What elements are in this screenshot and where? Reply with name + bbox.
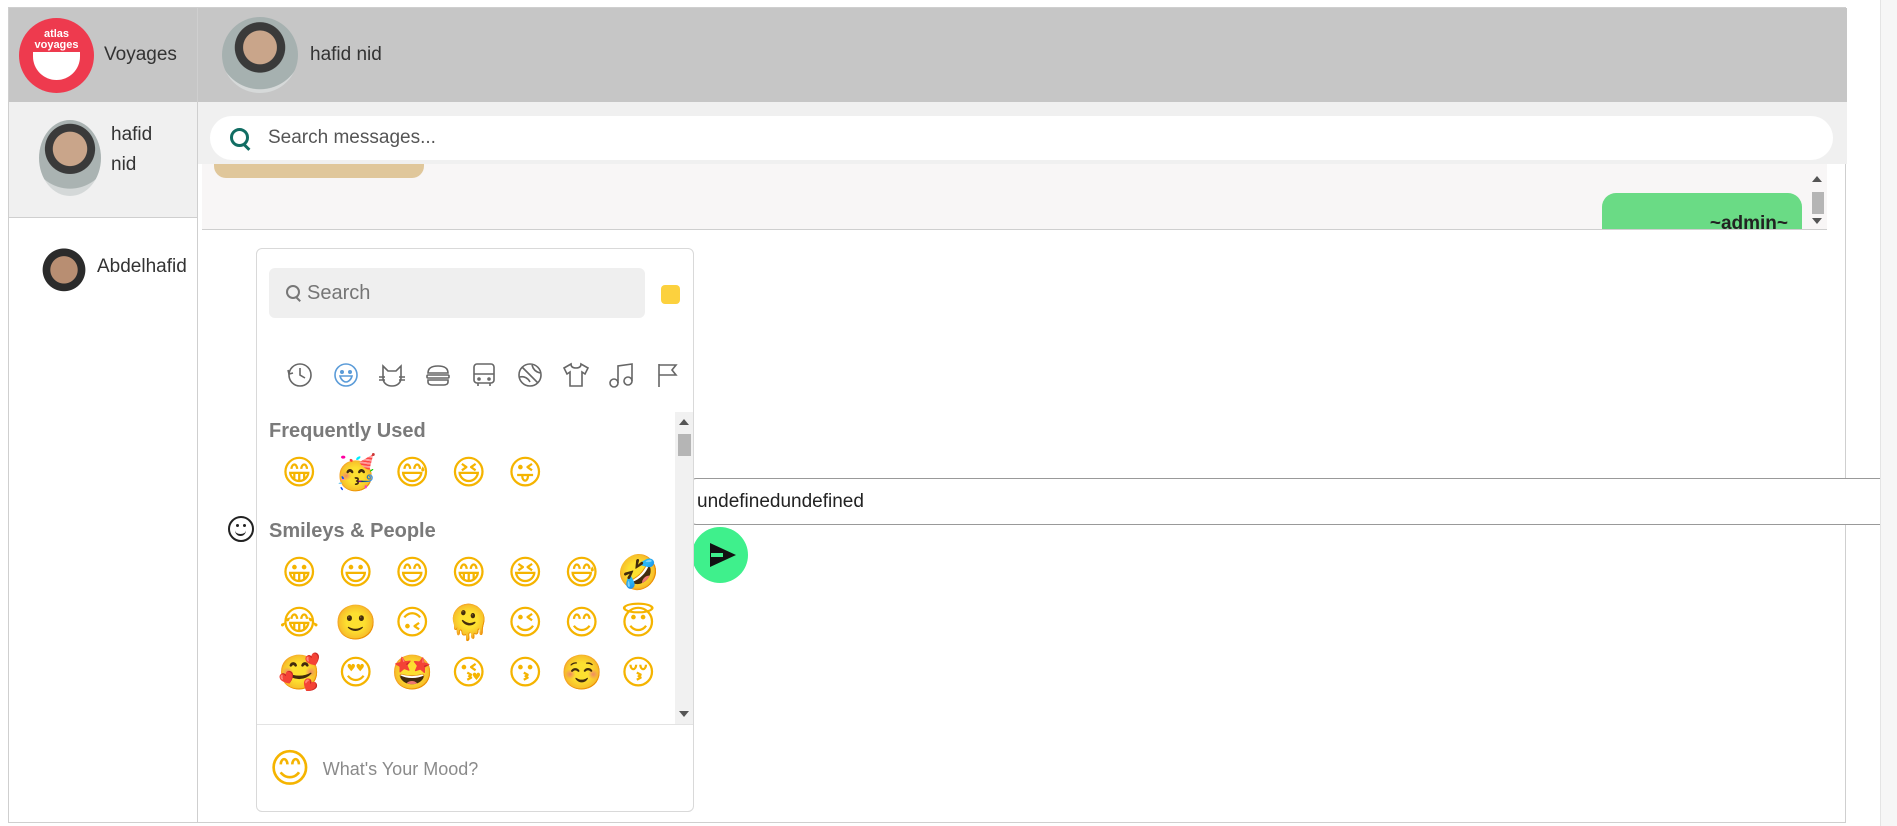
- brand-bar: atlas voyages Voyages: [9, 8, 197, 102]
- emoji-scrollbar[interactable]: [675, 412, 693, 724]
- sidebar: atlas voyages Voyages hafid nid Abdelhafi…: [9, 8, 198, 822]
- flag-icon[interactable]: [645, 359, 691, 391]
- message-list[interactable]: ~admin~: [202, 164, 1827, 230]
- clock-icon[interactable]: [277, 359, 323, 391]
- smileys-heading: Smileys & People: [269, 520, 436, 542]
- emoji-button[interactable]: 😅: [554, 548, 611, 598]
- emoji-button[interactable]: 🫠: [441, 598, 498, 648]
- emoji-button[interactable]: 😘: [441, 648, 498, 698]
- emoji-list[interactable]: Frequently Used 😁 🥳 😅 😆 😜 Smileys & Peop…: [257, 412, 693, 724]
- emoji-button[interactable]: 😁: [271, 448, 328, 498]
- emoji-button[interactable]: 😁: [441, 548, 498, 598]
- emoji-toggle-icon[interactable]: [228, 516, 254, 542]
- emoji-button[interactable]: 😆: [441, 448, 498, 498]
- contact-item-abdelhafid[interactable]: Abdelhafid: [9, 218, 197, 328]
- emoji-row: 🥰 😍 🤩 😘 😗 ☺️ 😚: [271, 648, 667, 698]
- message-bubble-incoming: [214, 164, 424, 178]
- preview-label: What's Your Mood?: [322, 758, 479, 779]
- search-icon: [285, 284, 303, 302]
- frequently-used-heading: Frequently Used: [269, 420, 426, 442]
- contact-name: hafid nid: [111, 124, 153, 175]
- emoji-button[interactable]: 😃: [328, 548, 385, 598]
- search-bar: Search messages...: [198, 102, 1847, 164]
- emoji-button[interactable]: 😗: [497, 648, 554, 698]
- search-input[interactable]: Search messages...: [210, 116, 1833, 160]
- logo-text: atlas voyages: [34, 27, 79, 51]
- scroll-down-arrow[interactable]: [1812, 218, 1822, 224]
- emoji-button[interactable]: 😇: [610, 598, 667, 648]
- scroll-up-arrow[interactable]: [679, 419, 689, 425]
- emoji-button[interactable]: 😀: [271, 548, 328, 598]
- message-input[interactable]: undefinedundefined: [690, 478, 1880, 525]
- scroll-thumb[interactable]: [678, 434, 691, 456]
- emoji-button[interactable]: 🤣: [610, 548, 667, 598]
- emoji-search-input[interactable]: Search: [269, 268, 645, 318]
- emoji-button[interactable]: 😂: [271, 598, 328, 648]
- preview-emoji: 😊: [269, 746, 311, 792]
- emoji-button[interactable]: 😜: [497, 448, 554, 498]
- scroll-up-arrow[interactable]: [1812, 176, 1822, 182]
- emoji-button[interactable]: 😊: [554, 598, 611, 648]
- emoji-button[interactable]: 😉: [497, 598, 554, 648]
- emoji-picker: Search Frequently Used 😁 🥳 😅 😆 😜 Smileys…: [256, 248, 694, 812]
- message-scrollbar[interactable]: [1809, 164, 1825, 224]
- message-bubble-outgoing: ~admin~: [1602, 193, 1802, 230]
- emoji-category-bar: [277, 359, 691, 391]
- chat-header: hafid nid: [198, 8, 1847, 102]
- emoji-button[interactable]: 🥳: [328, 448, 385, 498]
- emoji-button[interactable]: 🙂: [328, 598, 385, 648]
- emoji-preview: 😊 What's Your Mood?: [257, 724, 693, 811]
- atlas-voyages-logo: atlas voyages: [19, 17, 94, 93]
- message-sender: ~admin~: [1709, 213, 1788, 230]
- emoji-button[interactable]: 😍: [328, 648, 385, 698]
- send-button[interactable]: [692, 527, 748, 583]
- scroll-down-arrow[interactable]: [679, 711, 689, 717]
- emoji-button[interactable]: 😅: [384, 448, 441, 498]
- emoji-button[interactable]: 😆: [497, 548, 554, 598]
- emoji-row: 😀 😃 😄 😁 😆 😅 🤣: [271, 548, 667, 598]
- smiley-icon[interactable]: [323, 359, 369, 391]
- ball-icon[interactable]: [507, 359, 553, 391]
- frequently-used-row: 😁 🥳 😅 😆 😜: [271, 448, 554, 498]
- shirt-icon[interactable]: [553, 359, 599, 391]
- skin-tone-button[interactable]: [661, 285, 680, 304]
- avatar: [222, 17, 298, 93]
- emoji-button[interactable]: 🙃: [384, 598, 441, 648]
- burger-icon[interactable]: [415, 359, 461, 391]
- emoji-button[interactable]: 😚: [610, 648, 667, 698]
- avatar: [39, 120, 101, 196]
- emoji-button[interactable]: ☺️: [554, 648, 611, 698]
- contact-name: Abdelhafid: [97, 256, 187, 277]
- emoji-button[interactable]: 🥰: [271, 648, 328, 698]
- emoji-search-placeholder: Search: [307, 281, 371, 304]
- page-scrollbar[interactable]: [1880, 0, 1897, 826]
- emoji-row: 😂 🙂 🙃 🫠 😉 😊 😇: [271, 598, 667, 648]
- logo-shape: [33, 51, 80, 80]
- brand-name: Voyages: [104, 44, 177, 65]
- bus-icon[interactable]: [461, 359, 507, 391]
- avatar: [41, 244, 87, 312]
- contact-item-hafid-nid[interactable]: hafid nid: [9, 102, 197, 218]
- chat-title: hafid nid: [310, 44, 382, 65]
- emoji-button[interactable]: 😄: [384, 548, 441, 598]
- emoji-button[interactable]: 🤩: [384, 648, 441, 698]
- cat-icon[interactable]: [369, 359, 415, 391]
- music-icon[interactable]: [599, 359, 645, 391]
- scroll-thumb[interactable]: [1812, 192, 1824, 214]
- search-placeholder: Search messages...: [268, 127, 436, 148]
- search-icon: [228, 126, 252, 150]
